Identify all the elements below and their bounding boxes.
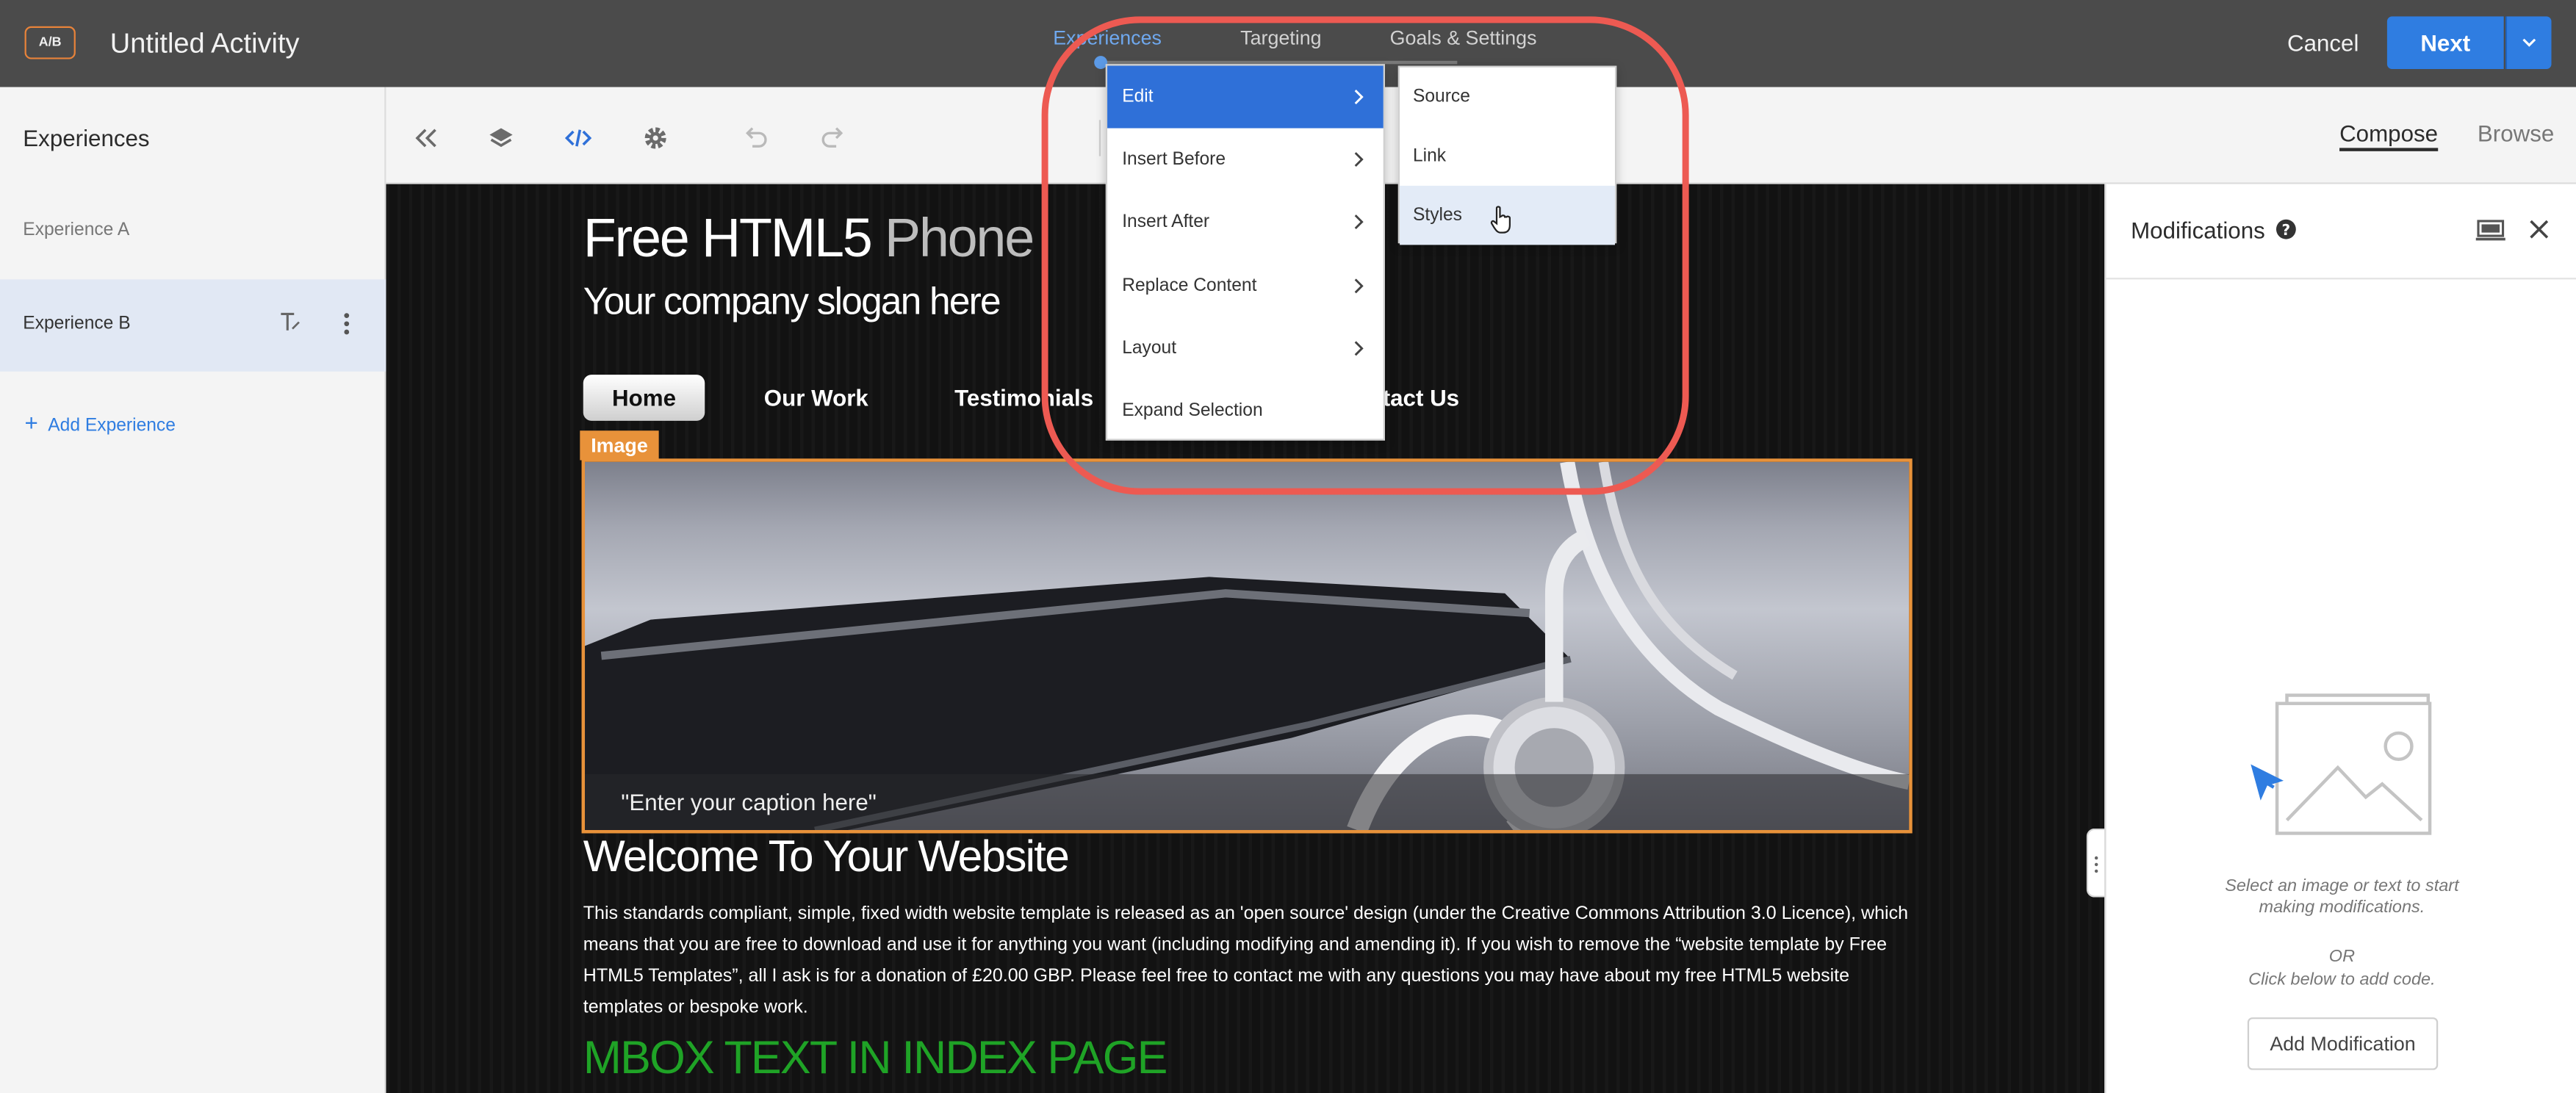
rename-text-icon[interactable] bbox=[279, 311, 302, 333]
empty-state-hint: Select an image or text to start making … bbox=[2107, 876, 2576, 919]
site-nav-home[interactable]: Home bbox=[583, 375, 705, 421]
tab-browse[interactable]: Browse bbox=[2478, 120, 2554, 146]
collapse-double-chevron-icon[interactable] bbox=[411, 123, 440, 153]
experiences-panel: Experiences Experience A Experience B + A… bbox=[0, 87, 386, 1093]
site-title-main: Free HTML5 bbox=[583, 206, 873, 268]
tab-compose[interactable]: Compose bbox=[2339, 120, 2439, 151]
next-dropdown-button[interactable] bbox=[2505, 16, 2552, 69]
activity-title[interactable]: Untitled Activity bbox=[110, 28, 300, 61]
handle-dot bbox=[2094, 862, 2098, 867]
close-icon[interactable] bbox=[2528, 219, 2550, 240]
image-caption[interactable]: "Enter your caption here" bbox=[621, 789, 877, 815]
selected-element-tag: Image bbox=[580, 430, 659, 461]
empty-state-code-hint: Click below to add code. bbox=[2248, 970, 2436, 990]
code-icon[interactable] bbox=[564, 123, 593, 153]
undo-icon[interactable] bbox=[741, 123, 770, 153]
app-root: A/B Untitled Activity Experiences Target… bbox=[0, 0, 2576, 1093]
welcome-heading[interactable]: Welcome To Your Website bbox=[583, 832, 1070, 882]
handle-dot bbox=[2094, 869, 2098, 873]
help-icon[interactable]: ? bbox=[2275, 219, 2297, 240]
ab-activity-badge: A/B bbox=[24, 26, 76, 59]
mbox-text[interactable]: MBOX TEXT IN INDEX PAGE bbox=[583, 1032, 1168, 1085]
experiences-heading: Experiences bbox=[23, 125, 150, 151]
site-title[interactable]: Free HTML5 Phone bbox=[583, 206, 1035, 270]
device-preview-icon[interactable] bbox=[2475, 219, 2505, 242]
site-nav-our-work[interactable]: Our Work bbox=[764, 375, 868, 421]
modifications-title: Modifications bbox=[2131, 217, 2265, 244]
handle-dot bbox=[2094, 856, 2098, 860]
modifications-header: Modifications ? bbox=[2106, 184, 2576, 280]
experience-label: Experience B bbox=[23, 314, 131, 334]
annotation-highlight bbox=[1041, 16, 1689, 495]
cancel-button[interactable]: Cancel bbox=[2267, 20, 2379, 66]
experience-item-a[interactable]: Experience A bbox=[0, 186, 386, 278]
empty-state-image-icon bbox=[2251, 693, 2432, 835]
layers-icon[interactable] bbox=[486, 123, 516, 153]
add-experience-label: Add Experience bbox=[48, 416, 176, 436]
redo-icon[interactable] bbox=[819, 123, 848, 153]
chevron-down-icon bbox=[2522, 38, 2536, 47]
site-slogan[interactable]: Your company slogan here bbox=[583, 279, 1001, 323]
welcome-body-text[interactable]: This standards compliant, simple, fixed … bbox=[583, 899, 1914, 1024]
experience-label: Experience A bbox=[23, 220, 130, 240]
gear-icon[interactable] bbox=[641, 123, 670, 153]
modifications-panel: Modifications ? Select an image or text … bbox=[2104, 184, 2576, 1093]
panel-resize-handle[interactable] bbox=[2086, 828, 2105, 898]
site-title-accent: Phone bbox=[884, 206, 1035, 268]
plus-icon: + bbox=[24, 409, 38, 436]
next-button[interactable]: Next bbox=[2386, 16, 2504, 69]
svg-text:?: ? bbox=[2282, 221, 2291, 239]
empty-state-hint-line-2: making modifications. bbox=[2259, 897, 2425, 917]
more-options-icon[interactable] bbox=[342, 311, 351, 337]
hero-image-selected[interactable]: "Enter your caption here" bbox=[581, 458, 1913, 834]
empty-state-or: OR bbox=[2328, 946, 2356, 967]
empty-state-hint-line-1: Select an image or text to start bbox=[2225, 876, 2459, 896]
add-experience-link[interactable]: + Add Experience bbox=[25, 409, 176, 436]
caption-bar: "Enter your caption here" bbox=[585, 773, 1910, 830]
add-modification-button[interactable]: Add Modification bbox=[2247, 1017, 2439, 1070]
experience-item-b[interactable]: Experience B bbox=[0, 279, 386, 372]
